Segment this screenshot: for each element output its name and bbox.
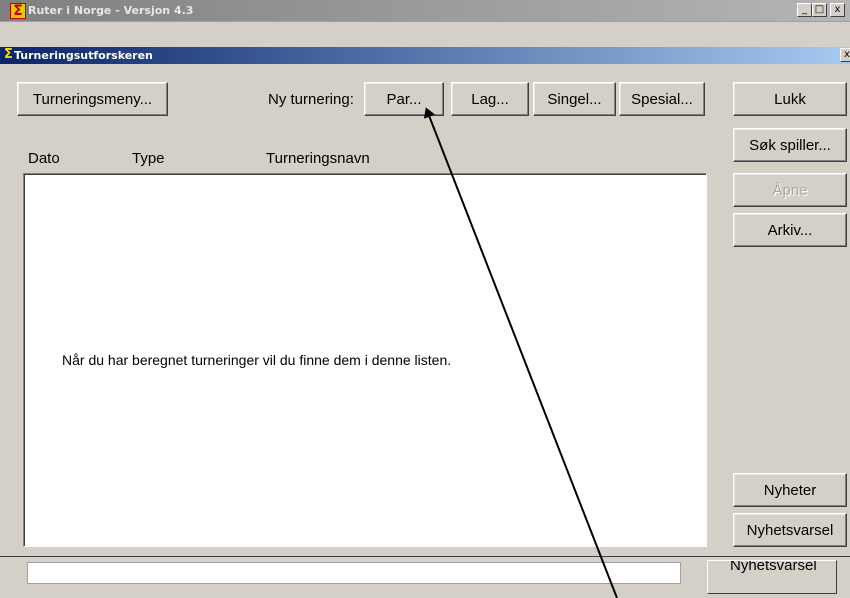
minimize-icon[interactable]: _: [797, 3, 812, 17]
new-special-tournament-button[interactable]: Spesial...: [619, 82, 705, 116]
tournament-list[interactable]: Når du har beregnet turneringer vil du f…: [23, 173, 707, 547]
new-pair-tournament-button[interactable]: Par...: [364, 82, 444, 116]
new-single-tournament-button[interactable]: Singel...: [533, 82, 616, 116]
new-team-tournament-button[interactable]: Lag...: [451, 82, 529, 116]
background-text-field: [27, 562, 681, 584]
team-label: Lag...: [471, 90, 509, 108]
news-alert-button[interactable]: Nyhetsvarsel: [733, 513, 847, 547]
dialog-title: Turneringsutforskeren: [14, 49, 153, 62]
empty-list-message: Når du har beregnet turneringer vil du f…: [62, 352, 452, 368]
new-tournament-label: Ny turnering:: [268, 91, 354, 108]
main-window-title: Ruter i Norge - Versjon 4.3: [28, 4, 194, 17]
close-label: Lukk: [774, 90, 806, 108]
sigma-app-icon: Σ: [10, 3, 26, 19]
background-news-alert-button: Nyhetsvarsel: [707, 560, 837, 594]
tournament-menu-label: Turneringsmeny...: [32, 90, 153, 108]
open-button[interactable]: Åpne: [733, 173, 847, 207]
search-player-label: Søk spiller...: [749, 136, 831, 154]
special-label: Spesial...: [631, 90, 693, 108]
close-button[interactable]: Lukk: [733, 82, 847, 116]
close-icon[interactable]: x: [830, 3, 845, 17]
dialog-titlebar[interactable]: Σ Turneringsutforskeren x: [0, 47, 850, 64]
search-player-button[interactable]: Søk spiller...: [733, 128, 847, 162]
archive-button[interactable]: Arkiv...: [733, 213, 847, 247]
tournament-menu-button[interactable]: Turneringsmeny...: [17, 82, 168, 116]
column-header-name[interactable]: Turneringsnavn: [266, 150, 370, 167]
background-button-label: Nyhetsvarsel: [730, 560, 817, 574]
main-window-titlebar[interactable]: Σ Ruter i Norge - Versjon 4.3 _ □ x: [0, 0, 850, 22]
maximize-icon[interactable]: □: [812, 3, 827, 17]
dialog-bottom-edge: [0, 553, 850, 557]
single-label: Singel...: [547, 90, 602, 108]
news-label: Nyheter: [763, 481, 817, 499]
news-alert-label: Nyhetsvarsel: [746, 521, 834, 539]
open-label: Åpne: [772, 181, 808, 199]
news-button[interactable]: Nyheter: [733, 473, 847, 507]
close-icon[interactable]: x: [840, 48, 850, 62]
column-header-date[interactable]: Dato: [28, 150, 60, 167]
archive-label: Arkiv...: [767, 221, 813, 239]
column-header-type[interactable]: Type: [132, 150, 165, 167]
pair-label: Par...: [386, 90, 422, 108]
